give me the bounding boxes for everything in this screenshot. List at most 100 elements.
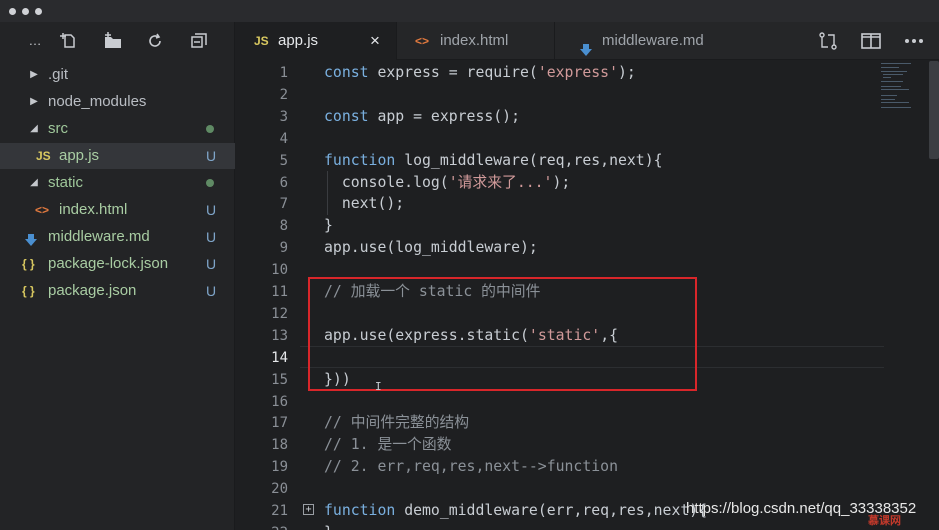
line-number: 11 bbox=[271, 284, 288, 300]
status-dot bbox=[206, 179, 214, 187]
line-number-gutter: 12345678910111213141516171819202122 bbox=[236, 61, 300, 530]
code-keyword: function bbox=[324, 502, 396, 519]
line-number: 13 bbox=[271, 328, 288, 344]
vertical-scrollbar[interactable] bbox=[927, 61, 939, 530]
code-line: } bbox=[324, 215, 333, 237]
js-file-icon: JS bbox=[36, 149, 51, 163]
line-number: 3 bbox=[279, 109, 288, 125]
more-icon[interactable]: … bbox=[26, 32, 44, 50]
json-file-icon: { } bbox=[22, 284, 35, 298]
tree-item-package-lock-json[interactable]: { } package-lock.json U bbox=[0, 251, 235, 277]
tab-middleware-md[interactable]: middleware.md bbox=[554, 22, 784, 60]
minimize-window-button[interactable] bbox=[22, 8, 29, 15]
code-keyword: const bbox=[324, 64, 369, 81]
split-editor-icon[interactable] bbox=[861, 32, 881, 50]
chevron-right-icon: ▶ bbox=[30, 69, 38, 80]
tree-item-git[interactable]: ▶ .git bbox=[0, 62, 235, 88]
line-number: 1 bbox=[279, 65, 288, 81]
html-file-icon: <> bbox=[415, 34, 430, 48]
line-number: 4 bbox=[279, 131, 288, 147]
new-file-icon[interactable] bbox=[60, 32, 78, 50]
minimap[interactable] bbox=[881, 61, 925, 121]
code-comment: // 2. err,req,res,next-->function bbox=[324, 458, 618, 475]
chevron-down-icon: ◢ bbox=[30, 123, 38, 134]
status-badge: U bbox=[206, 229, 217, 245]
tree-item-label: package-lock.json bbox=[48, 255, 169, 272]
code-editor[interactable]: 12345678910111213141516171819202122 cons… bbox=[236, 61, 939, 530]
tree-item-static[interactable]: ◢ static bbox=[0, 170, 235, 196]
line-number: 6 bbox=[279, 175, 288, 191]
status-badge: U bbox=[206, 202, 217, 218]
code-line: // 1. 是一个函数 bbox=[324, 434, 451, 456]
close-window-button[interactable] bbox=[9, 8, 16, 15]
code-line: app.use(log_middleware); bbox=[324, 237, 538, 259]
chevron-right-icon: ▶ bbox=[30, 96, 38, 107]
tree-item-node-modules[interactable]: ▶ node_modules bbox=[0, 89, 235, 115]
title-bar bbox=[0, 0, 939, 22]
tab-label: middleware.md bbox=[602, 32, 704, 49]
line-number: 16 bbox=[271, 394, 288, 410]
code-line: console.log('请求来了...'); bbox=[324, 172, 570, 194]
tree-item-middleware-md[interactable]: middleware.md U bbox=[0, 224, 235, 250]
line-number: 15 bbox=[271, 372, 288, 388]
line-number: 21 bbox=[271, 503, 288, 519]
code-comment: // 中间件完整的结构 bbox=[324, 414, 470, 431]
line-number: 8 bbox=[279, 218, 288, 234]
code-text: next(); bbox=[324, 195, 405, 212]
tree-item-label: .git bbox=[48, 66, 69, 83]
line-number: 12 bbox=[271, 306, 288, 322]
line-number: 19 bbox=[271, 459, 288, 475]
code-text: app.use(log_middleware); bbox=[324, 239, 538, 256]
tab-index-html[interactable]: <> index.html bbox=[396, 22, 554, 60]
refresh-icon[interactable] bbox=[146, 32, 164, 50]
explorer-sidebar: … ▶ .git ▶ node_modules ◢ src JS app.js … bbox=[0, 22, 235, 530]
code-line: // 中间件完整的结构 bbox=[324, 412, 469, 434]
line-number: 17 bbox=[271, 415, 288, 431]
status-badge: U bbox=[206, 256, 217, 272]
code-text: ); bbox=[618, 64, 636, 81]
tab-app-js[interactable]: JS app.js × bbox=[236, 22, 396, 60]
js-file-icon: JS bbox=[254, 34, 269, 48]
tree-item-label: node_modules bbox=[48, 93, 147, 110]
zoom-window-button[interactable] bbox=[35, 8, 42, 15]
line-number: 18 bbox=[271, 437, 288, 453]
tree-item-index-html[interactable]: <> index.html U bbox=[0, 197, 235, 223]
site-logo: 慕课网 bbox=[868, 515, 901, 527]
fold-expand-icon[interactable]: + bbox=[303, 504, 314, 515]
line-number: 10 bbox=[271, 262, 288, 278]
code-text: log_middleware(req,res,next){ bbox=[395, 152, 663, 169]
more-actions-icon[interactable] bbox=[904, 32, 924, 50]
code-text: ); bbox=[552, 174, 571, 191]
code-string: 'express' bbox=[537, 64, 618, 81]
open-changes-icon[interactable] bbox=[818, 32, 838, 50]
code-keyword: const bbox=[324, 108, 369, 125]
close-icon[interactable]: × bbox=[370, 22, 380, 60]
code-keyword: function bbox=[324, 152, 396, 169]
tree-item-label: src bbox=[48, 120, 68, 137]
status-dot bbox=[206, 125, 214, 133]
collapse-all-icon[interactable] bbox=[190, 32, 208, 50]
line-number: 2 bbox=[279, 87, 288, 103]
tree-item-package-json[interactable]: { } package.json U bbox=[0, 278, 235, 304]
text-cursor-icon: I bbox=[375, 380, 382, 393]
tree-item-app-js[interactable]: JS app.js U bbox=[0, 143, 235, 169]
code-comment: // 1. 是一个函数 bbox=[324, 436, 452, 453]
code-line: const app = express(); bbox=[324, 106, 520, 128]
code-line: // 2. err,req,res,next-->function bbox=[324, 456, 618, 478]
tree-item-label: package.json bbox=[48, 282, 137, 299]
scroll-thumb[interactable] bbox=[929, 61, 939, 159]
code-text: demo_middleware(err,req,res,next){ bbox=[395, 502, 708, 519]
tree-item-label: app.js bbox=[59, 147, 100, 164]
chevron-down-icon: ◢ bbox=[30, 177, 38, 188]
status-badge: U bbox=[206, 283, 217, 299]
code-line: } bbox=[324, 522, 333, 530]
code-text: express = require( bbox=[368, 64, 538, 81]
tree-item-label: index.html bbox=[59, 201, 128, 218]
line-number: 22 bbox=[248, 522, 288, 530]
code-line: const express = require('express'); bbox=[324, 62, 636, 84]
tab-label: app.js bbox=[278, 32, 319, 49]
tree-item-src[interactable]: ◢ src bbox=[0, 116, 235, 142]
line-number: 20 bbox=[271, 481, 288, 497]
new-folder-icon[interactable] bbox=[104, 32, 122, 50]
code-text: } bbox=[324, 524, 333, 530]
